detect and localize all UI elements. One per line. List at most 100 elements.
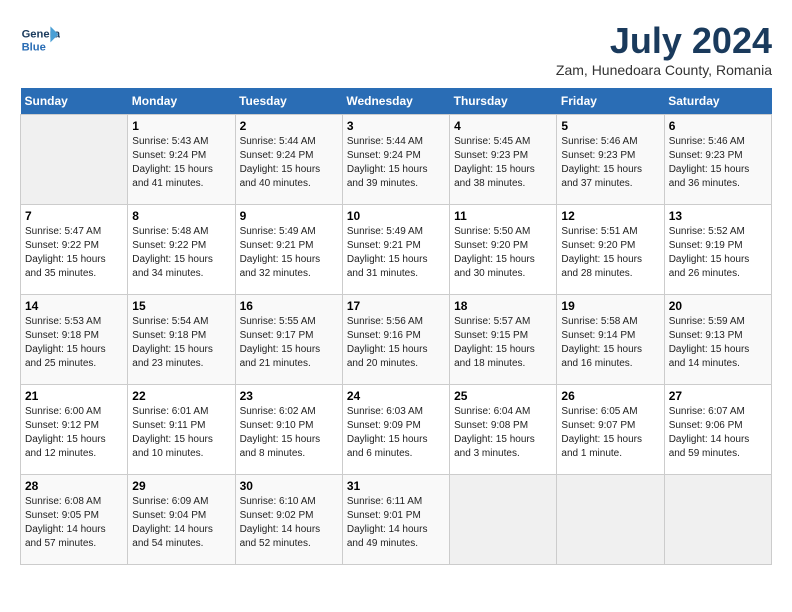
day-info: Sunrise: 5:58 AM Sunset: 9:14 PM Dayligh… [561, 315, 659, 371]
week-row-4: 21 Sunrise: 6:00 AM Sunset: 9:12 PM Dayli… [21, 385, 772, 475]
svg-text:Blue: Blue [22, 41, 46, 53]
calendar-cell: 31Sunrise: 6:11 AM Sunset: 9:01 PM Dayli… [342, 475, 449, 565]
weekday-header-monday: Monday [128, 88, 235, 115]
logo-icon: General Blue [20, 20, 60, 60]
day-number: 21 [25, 389, 123, 403]
logo: General Blue [20, 20, 60, 60]
day-number: 22 [132, 389, 230, 403]
calendar-cell: 20 Sunrise: 5:59 AM Sunset: 9:13 PM Dayli… [664, 295, 771, 385]
day-number: 3 [347, 119, 445, 133]
weekday-header-saturday: Saturday [664, 88, 771, 115]
calendar-cell: 23 Sunrise: 6:02 AM Sunset: 9:10 PM Dayli… [235, 385, 342, 475]
weekday-header-thursday: Thursday [450, 88, 557, 115]
day-number: 30 [240, 479, 338, 493]
day-info: Sunrise: 5:47 AM Sunset: 9:22 PM Dayligh… [25, 225, 123, 281]
day-number: 26 [561, 389, 659, 403]
page-header: General Blue July 2024 Zam, Hunedoara Co… [20, 20, 772, 78]
week-row-5: 28 Sunrise: 6:08 AM Sunset: 9:05 PM Dayli… [21, 475, 772, 565]
calendar-cell: 22Sunrise: 6:01 AM Sunset: 9:11 PM Dayli… [128, 385, 235, 475]
calendar-cell: 17 Sunrise: 5:56 AM Sunset: 9:16 PM Dayli… [342, 295, 449, 385]
day-info: Sunrise: 5:49 AM Sunset: 9:21 PM Dayligh… [240, 225, 338, 281]
calendar-cell: 5Sunrise: 5:46 AM Sunset: 9:23 PM Daylig… [557, 115, 664, 205]
calendar-cell: 7 Sunrise: 5:47 AM Sunset: 9:22 PM Daylig… [21, 205, 128, 295]
day-info: Sunrise: 5:57 AM Sunset: 9:15 PM Dayligh… [454, 315, 552, 371]
calendar-cell: 27Sunrise: 6:07 AM Sunset: 9:06 PM Dayli… [664, 385, 771, 475]
day-info: Sunrise: 5:59 AM Sunset: 9:13 PM Dayligh… [669, 315, 767, 371]
day-number: 14 [25, 299, 123, 313]
day-number: 4 [454, 119, 552, 133]
week-row-2: 7 Sunrise: 5:47 AM Sunset: 9:22 PM Daylig… [21, 205, 772, 295]
day-info: Sunrise: 6:05 AM Sunset: 9:07 PM Dayligh… [561, 405, 659, 461]
day-info: Sunrise: 6:00 AM Sunset: 9:12 PM Dayligh… [25, 405, 123, 461]
day-number: 2 [240, 119, 338, 133]
day-number: 31 [347, 479, 445, 493]
calendar-cell [557, 475, 664, 565]
day-info: Sunrise: 5:55 AM Sunset: 9:17 PM Dayligh… [240, 315, 338, 371]
calendar-cell: 2Sunrise: 5:44 AM Sunset: 9:24 PM Daylig… [235, 115, 342, 205]
calendar-cell: 19 Sunrise: 5:58 AM Sunset: 9:14 PM Dayli… [557, 295, 664, 385]
week-row-1: 1Sunrise: 5:43 AM Sunset: 9:24 PM Daylig… [21, 115, 772, 205]
day-number: 11 [454, 209, 552, 223]
calendar-cell: 12Sunrise: 5:51 AM Sunset: 9:20 PM Dayli… [557, 205, 664, 295]
calendar-cell: 10 Sunrise: 5:49 AM Sunset: 9:21 PM Dayli… [342, 205, 449, 295]
month-year: July 2024 [556, 20, 772, 62]
day-number: 6 [669, 119, 767, 133]
day-info: Sunrise: 6:09 AM Sunset: 9:04 PM Dayligh… [132, 495, 230, 551]
location: Zam, Hunedoara County, Romania [556, 62, 772, 78]
calendar-cell: 14 Sunrise: 5:53 AM Sunset: 9:18 PM Dayli… [21, 295, 128, 385]
calendar-cell: 24Sunrise: 6:03 AM Sunset: 9:09 PM Dayli… [342, 385, 449, 475]
day-info: Sunrise: 5:51 AM Sunset: 9:20 PM Dayligh… [561, 225, 659, 281]
calendar-table: SundayMondayTuesdayWednesdayThursdayFrid… [20, 88, 772, 565]
day-number: 28 [25, 479, 123, 493]
calendar-cell: 11 Sunrise: 5:50 AM Sunset: 9:20 PM Dayli… [450, 205, 557, 295]
day-info: Sunrise: 5:46 AM Sunset: 9:23 PM Dayligh… [561, 135, 659, 191]
day-info: Sunrise: 5:56 AM Sunset: 9:16 PM Dayligh… [347, 315, 445, 371]
day-info: Sunrise: 5:52 AM Sunset: 9:19 PM Dayligh… [669, 225, 767, 281]
weekday-header-wednesday: Wednesday [342, 88, 449, 115]
calendar-cell: 21 Sunrise: 6:00 AM Sunset: 9:12 PM Dayli… [21, 385, 128, 475]
calendar-cell [664, 475, 771, 565]
calendar-cell: 1Sunrise: 5:43 AM Sunset: 9:24 PM Daylig… [128, 115, 235, 205]
day-info: Sunrise: 5:44 AM Sunset: 9:24 PM Dayligh… [347, 135, 445, 191]
day-number: 8 [132, 209, 230, 223]
calendar-cell: 16 Sunrise: 5:55 AM Sunset: 9:17 PM Dayli… [235, 295, 342, 385]
day-number: 29 [132, 479, 230, 493]
day-info: Sunrise: 5:49 AM Sunset: 9:21 PM Dayligh… [347, 225, 445, 281]
day-number: 18 [454, 299, 552, 313]
day-number: 9 [240, 209, 338, 223]
calendar-cell: 29 Sunrise: 6:09 AM Sunset: 9:04 PM Dayli… [128, 475, 235, 565]
weekday-header-row: SundayMondayTuesdayWednesdayThursdayFrid… [21, 88, 772, 115]
day-number: 24 [347, 389, 445, 403]
calendar-cell [450, 475, 557, 565]
day-number: 23 [240, 389, 338, 403]
day-info: Sunrise: 5:46 AM Sunset: 9:23 PM Dayligh… [669, 135, 767, 191]
day-info: Sunrise: 6:07 AM Sunset: 9:06 PM Dayligh… [669, 405, 767, 461]
day-number: 10 [347, 209, 445, 223]
day-number: 20 [669, 299, 767, 313]
day-number: 13 [669, 209, 767, 223]
day-info: Sunrise: 5:53 AM Sunset: 9:18 PM Dayligh… [25, 315, 123, 371]
day-info: Sunrise: 5:45 AM Sunset: 9:23 PM Dayligh… [454, 135, 552, 191]
title-block: July 2024 Zam, Hunedoara County, Romania [556, 20, 772, 78]
day-number: 7 [25, 209, 123, 223]
day-number: 16 [240, 299, 338, 313]
calendar-cell: 30Sunrise: 6:10 AM Sunset: 9:02 PM Dayli… [235, 475, 342, 565]
calendar-cell: 28 Sunrise: 6:08 AM Sunset: 9:05 PM Dayli… [21, 475, 128, 565]
calendar-cell: 8Sunrise: 5:48 AM Sunset: 9:22 PM Daylig… [128, 205, 235, 295]
calendar-cell: 26 Sunrise: 6:05 AM Sunset: 9:07 PM Dayli… [557, 385, 664, 475]
calendar-cell: 18 Sunrise: 5:57 AM Sunset: 9:15 PM Dayli… [450, 295, 557, 385]
day-info: Sunrise: 6:08 AM Sunset: 9:05 PM Dayligh… [25, 495, 123, 551]
day-number: 19 [561, 299, 659, 313]
calendar-cell: 4 Sunrise: 5:45 AM Sunset: 9:23 PM Daylig… [450, 115, 557, 205]
day-info: Sunrise: 6:02 AM Sunset: 9:10 PM Dayligh… [240, 405, 338, 461]
calendar-cell: 6 Sunrise: 5:46 AM Sunset: 9:23 PM Daylig… [664, 115, 771, 205]
day-number: 25 [454, 389, 552, 403]
day-number: 17 [347, 299, 445, 313]
day-number: 1 [132, 119, 230, 133]
weekday-header-sunday: Sunday [21, 88, 128, 115]
calendar-cell: 15Sunrise: 5:54 AM Sunset: 9:18 PM Dayli… [128, 295, 235, 385]
day-info: Sunrise: 5:50 AM Sunset: 9:20 PM Dayligh… [454, 225, 552, 281]
day-number: 15 [132, 299, 230, 313]
calendar-cell [21, 115, 128, 205]
calendar-cell: 9 Sunrise: 5:49 AM Sunset: 9:21 PM Daylig… [235, 205, 342, 295]
